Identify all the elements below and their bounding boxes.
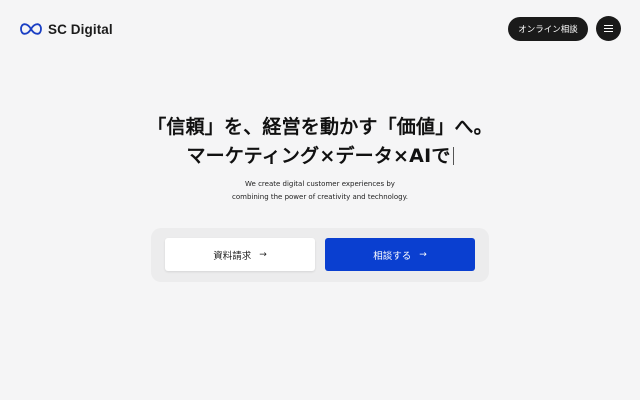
consult-button[interactable]: 相談する → xyxy=(325,238,475,271)
cta-container: 資料請求 → 相談する → xyxy=(151,228,489,282)
site-header: SC Digital オンライン相談 xyxy=(0,0,640,58)
headline-line-1: 「信頼」を、経営を動かす「価値」へ。 xyxy=(147,116,493,138)
text-caret xyxy=(452,147,454,165)
document-request-label: 資料請求 xyxy=(213,250,252,262)
logo[interactable]: SC Digital xyxy=(20,19,113,39)
headline-line-2: マーケティング×データ×AIで xyxy=(0,142,640,171)
document-request-button[interactable]: 資料請求 → xyxy=(165,238,315,271)
logo-text: SC Digital xyxy=(48,21,113,37)
subtext-line-2: combining the power of creativity and te… xyxy=(232,193,408,201)
subtext-line-1: We create digital customer experiences b… xyxy=(245,180,395,188)
headline-line-2-text: マーケティング×データ×AIで xyxy=(186,145,451,167)
online-consult-button[interactable]: オンライン相談 xyxy=(508,17,588,41)
menu-button[interactable] xyxy=(596,16,621,41)
arrow-right-icon: → xyxy=(419,249,427,260)
hero-headline: 「信頼」を、経営を動かす「価値」へ。 マーケティング×データ×AIで xyxy=(0,113,640,171)
consult-label: 相談する xyxy=(373,250,412,262)
infinity-icon xyxy=(20,23,42,35)
arrow-right-icon: → xyxy=(259,249,267,260)
hero-subtext: We create digital customer experiences b… xyxy=(0,178,640,204)
hamburger-menu-icon xyxy=(604,25,613,33)
